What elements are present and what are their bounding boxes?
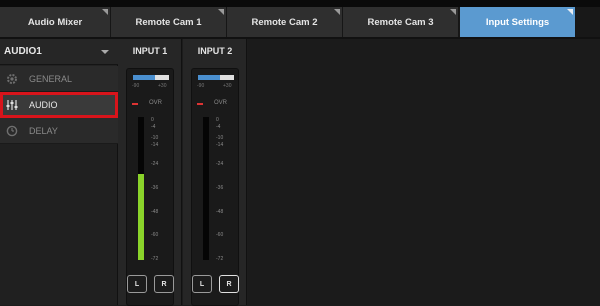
tab-bar: Audio Mixer Remote Cam 1 Remote Cam 2 Re…: [0, 7, 600, 37]
meter-scale-label: -4: [151, 124, 156, 130]
meter-scale-label: -72: [151, 256, 159, 262]
meter-scale-label: -14: [216, 142, 224, 148]
channel-meter-panel: -90 +30 OVR 0 -4 -10 -14 -24 -36 -48 -60…: [126, 68, 174, 306]
sidebar-empty-area: [0, 144, 117, 305]
sidebar-item-delay[interactable]: DELAY: [0, 118, 118, 144]
right-channel-button[interactable]: R: [154, 275, 174, 293]
gain-range-max: +30: [223, 83, 232, 89]
tab-corner-icon: [102, 9, 108, 15]
meter-scale-label: 0: [151, 117, 154, 123]
tab-label: Remote Cam 3: [367, 16, 434, 28]
tab-remote-cam-2[interactable]: Remote Cam 2: [227, 7, 343, 37]
settings-content-area: [248, 39, 600, 305]
tab-input-settings[interactable]: Input Settings: [460, 7, 576, 37]
meter-scale-label: -24: [151, 161, 159, 167]
sidebar-item-general[interactable]: GENERAL: [0, 66, 118, 92]
meter-scale-label: -10: [151, 135, 159, 141]
tab-corner-icon: [218, 9, 224, 15]
meter-scale-label: -60: [216, 232, 224, 238]
meter-scale-label: -24: [216, 161, 224, 167]
overload-label: OVR: [214, 100, 228, 106]
channel-meter-panel: -90 +30 OVR 0 -4 -10 -14 -24 -36 -48 -60…: [191, 68, 239, 306]
sidebar-item-label: AUDIO: [29, 99, 58, 110]
overload-label: OVR: [149, 100, 163, 106]
meter-scale-label: -4: [216, 124, 221, 130]
gain-slider-fill: [133, 75, 155, 80]
gain-range-min: -90: [197, 83, 205, 89]
meter-scale-label: -14: [151, 142, 159, 148]
settings-sidebar: AUDIO1 GENERAL AUDIO DELAY: [0, 39, 118, 305]
gain-range-min: -90: [132, 83, 140, 89]
meter-scale-label: -36: [216, 185, 224, 191]
level-meter: [203, 117, 209, 260]
meter-scale-label: -48: [151, 209, 159, 215]
overload-indicator: [132, 103, 138, 105]
meter-scale-label: -36: [151, 185, 159, 191]
sidebar-item-audio[interactable]: AUDIO: [0, 92, 118, 118]
input-select-dropdown[interactable]: AUDIO1: [0, 39, 118, 65]
tab-corner-icon: [334, 9, 340, 15]
channel-input-2: INPUT 2 -90 +30 OVR 0 -4 -10 -14 -24 -36…: [183, 39, 247, 306]
tab-corner-icon: [567, 9, 573, 15]
left-channel-button[interactable]: L: [127, 275, 147, 293]
gear-icon: [5, 72, 19, 86]
channel-label: INPUT 1: [132, 46, 168, 56]
channel-input-1: INPUT 1 -90 +30 OVR 0 -4 -10 -14 -24 -36…: [118, 39, 182, 306]
sidebar-item-label: DELAY: [29, 125, 58, 136]
sidebar-item-label: GENERAL: [29, 73, 73, 84]
meter-scale-label: -10: [216, 135, 224, 141]
clock-icon: [5, 124, 19, 138]
gain-slider[interactable]: [133, 75, 169, 80]
level-meter-fill: [138, 174, 144, 260]
tab-audio-mixer[interactable]: Audio Mixer: [0, 7, 111, 37]
channel-label: INPUT 2: [197, 46, 233, 56]
gain-slider[interactable]: [198, 75, 234, 80]
meter-scale-label: -60: [151, 232, 159, 238]
tab-label: Remote Cam 2: [251, 16, 318, 28]
left-channel-button[interactable]: L: [192, 275, 212, 293]
sliders-icon: [5, 98, 19, 112]
window-top-strip: [0, 0, 600, 7]
meter-scale-label: -48: [216, 209, 224, 215]
dropdown-value: AUDIO1: [4, 46, 42, 57]
tab-label: Input Settings: [485, 16, 550, 28]
gain-slider-fill: [198, 75, 220, 80]
tab-remote-cam-1[interactable]: Remote Cam 1: [111, 7, 227, 37]
level-meter: [138, 117, 144, 260]
tab-remote-cam-3[interactable]: Remote Cam 3: [343, 7, 459, 37]
tab-label: Audio Mixer: [27, 16, 83, 28]
right-channel-button[interactable]: R: [219, 275, 239, 293]
gain-range-max: +30: [158, 83, 167, 89]
overload-indicator: [197, 103, 203, 105]
chevron-down-icon: [101, 50, 109, 54]
tab-label: Remote Cam 1: [135, 16, 202, 28]
meter-scale-label: -72: [216, 256, 224, 262]
meter-scale-label: 0: [216, 117, 219, 123]
tab-corner-icon: [450, 9, 456, 15]
